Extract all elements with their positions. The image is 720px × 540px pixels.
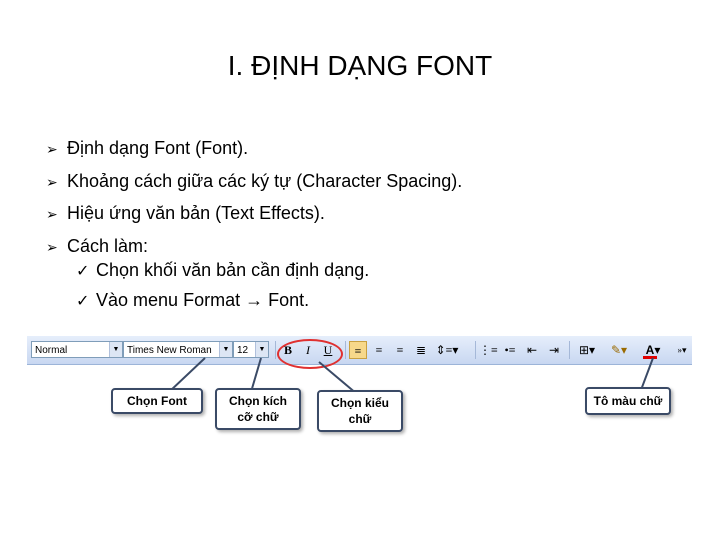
sub-bullet-suffix: Font. <box>268 290 310 310</box>
sub-bullet-text: Vào menu Format <box>96 290 241 310</box>
bullet-text: Cách làm: <box>67 235 149 256</box>
right-arrow-icon: → <box>245 290 264 310</box>
bullet-text: Khoảng cách giữa các ký tự (Character Sp… <box>67 170 463 191</box>
callout-text: Chọn Font <box>127 394 187 408</box>
arrow-bullet-icon: ➢ <box>46 173 58 190</box>
bullet-item: ➢ Hiệu ứng văn bản (Text Effects). <box>46 199 462 232</box>
callout-text: chữ <box>348 412 372 426</box>
bullet-item: ➢ Khoảng cách giữa các ký tự (Character … <box>46 167 462 200</box>
bullet-item: ➢ Định dạng Font (Font). <box>46 134 462 167</box>
callout-text: Chọn kiểu <box>330 396 389 410</box>
callout-line-size <box>250 357 262 393</box>
callout-font-color: Tô màu chữ <box>585 387 671 415</box>
sub-bullet-item: ✓ Chọn khối văn bản cần định dạng. <box>76 256 369 286</box>
bullet-text: Hiệu ứng văn bản (Text Effects). <box>67 203 325 223</box>
bullet-text: Định dạng Font (Font). <box>67 138 249 158</box>
sub-bullet-text: Chọn khối văn bản cần định dạng. <box>96 260 370 280</box>
callout-text: Tô màu chữ <box>593 394 663 408</box>
arrow-bullet-icon: ➢ <box>46 206 58 222</box>
callout-line-color <box>640 357 654 391</box>
callout-text: Chọn kích <box>228 394 287 408</box>
callout-choose-size: Chọn kích cỡ chữ <box>215 388 301 430</box>
callout-line-font <box>168 357 206 393</box>
callout-choose-style: Chọn kiểu chữ <box>317 390 403 432</box>
arrow-bullet-icon: ➢ <box>46 238 58 255</box>
sub-bullet-list: ✓ Chọn khối văn bản cần định dạng. ✓ Vào… <box>76 256 369 316</box>
formatting-toolbar-image: Normal ▼ Times New Roman ▼ 12 ▼ B I U ≡ … <box>27 330 692 438</box>
callout-text: cỡ chữ <box>237 410 279 424</box>
sub-bullet-item: ✓ Vào menu Format → Font. <box>76 286 369 316</box>
check-icon: ✓ <box>76 293 90 310</box>
arrow-bullet-icon: ➢ <box>46 141 58 157</box>
bullet-list: ➢ Định dạng Font (Font). ➢ Khoảng cách g… <box>46 134 462 264</box>
check-icon: ✓ <box>76 263 90 280</box>
slide-title: I. ĐỊNH DẠNG FONT <box>227 50 493 81</box>
callout-choose-font: Chọn Font <box>111 388 203 414</box>
